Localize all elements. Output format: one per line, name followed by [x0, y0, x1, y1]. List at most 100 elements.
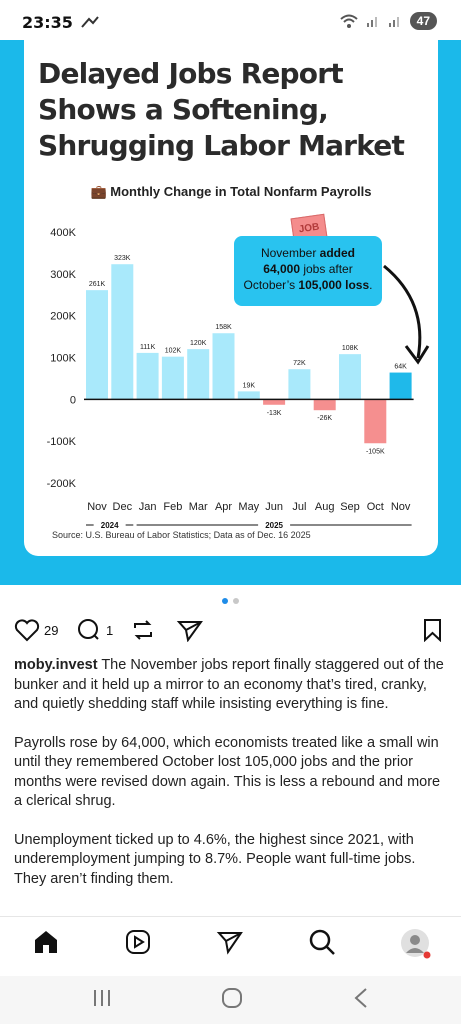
- bookmark-icon: [424, 619, 441, 642]
- y-tick-label: 400K: [50, 227, 76, 239]
- home-system-button[interactable]: [220, 986, 244, 1015]
- chart-bar: [288, 369, 311, 400]
- chart-subtitle: 💼 Monthly Change in Total Nonfarm Payrol…: [24, 184, 438, 200]
- comment-icon: [78, 619, 99, 640]
- signal-icon: [366, 17, 377, 27]
- like-count: 29: [44, 622, 59, 638]
- bar-data-label: -13K: [267, 410, 282, 417]
- chart-bar: [313, 399, 336, 411]
- recents-icon: [94, 990, 110, 1006]
- y-tick-label: -100K: [47, 436, 77, 448]
- x-tick-label: Jul: [292, 501, 306, 513]
- callout-text-3: October’s: [243, 278, 296, 292]
- chart-bar: [86, 290, 108, 400]
- nav-send[interactable]: [216, 928, 244, 961]
- send-icon: [176, 621, 203, 642]
- chart-source: Source: U.S. Bureau of Labor Statistics;…: [52, 530, 311, 540]
- post-caption: moby.invest The November jobs report fin…: [14, 656, 448, 908]
- callout-bold-2: 64,000: [263, 262, 300, 276]
- back-button[interactable]: [350, 986, 374, 1015]
- x-tick-label: Nov: [391, 501, 411, 513]
- clock: 23:35: [22, 12, 73, 32]
- x-tick-label: Oct: [367, 501, 384, 513]
- carousel-dot-active: [222, 598, 228, 604]
- home-icon: [35, 931, 57, 953]
- chart-subtitle-text: Monthly Change in Total Nonfarm Payrolls: [110, 184, 372, 199]
- chart-bar: [263, 399, 286, 405]
- status-bar: 23:35 47: [0, 0, 461, 44]
- signal-icon-2: [388, 17, 399, 27]
- comment-button[interactable]: 1: [76, 618, 113, 642]
- repost-icon: [134, 620, 152, 640]
- bar-data-label: 19K: [243, 382, 256, 389]
- play-icon: [126, 930, 150, 954]
- bar-data-label: 111K: [140, 344, 156, 351]
- bar-data-label: 72K: [293, 360, 306, 367]
- home-circle-icon: [222, 988, 242, 1008]
- y-tick-label: 300K: [50, 269, 76, 281]
- infographic-card: Delayed Jobs Report Shows a Softening, S…: [24, 40, 438, 556]
- callout-arrow-icon: [383, 264, 430, 365]
- infographic-headline: Delayed Jobs Report Shows a Softening, S…: [38, 57, 405, 162]
- post-actions: 29 1: [0, 618, 461, 648]
- chart-bar: [212, 333, 235, 400]
- wifi-icon: [339, 14, 358, 28]
- x-tick-label: Dec: [113, 501, 133, 513]
- bar-data-label: 102K: [165, 348, 182, 355]
- carousel-indicator: [222, 598, 239, 604]
- chart-bar: [161, 356, 184, 400]
- chart-bar: [111, 264, 134, 400]
- x-tick-label: Jun: [265, 501, 283, 513]
- callout-text-1: November: [260, 246, 317, 260]
- x-tick-label: May: [238, 501, 259, 513]
- x-tick-label: Mar: [189, 501, 208, 513]
- x-tick-label: Nov: [87, 501, 107, 513]
- share-button[interactable]: [176, 618, 204, 642]
- bar-data-label: -105K: [366, 448, 385, 455]
- system-nav-bar: [0, 976, 461, 1024]
- app-notification-icon: [81, 16, 99, 28]
- nav-home[interactable]: [32, 928, 60, 961]
- caption-paragraph-1: moby.invest The November jobs report fin…: [14, 656, 448, 715]
- search-icon: [309, 929, 335, 955]
- chart-bar: [389, 372, 412, 400]
- carousel-dot: [233, 598, 239, 604]
- nav-reels[interactable]: [124, 928, 152, 961]
- back-icon: [354, 988, 367, 1008]
- repost-button[interactable]: [130, 618, 156, 642]
- year-label: 2025: [265, 521, 283, 530]
- nav-profile[interactable]: [400, 928, 432, 965]
- avatar: [401, 929, 431, 959]
- x-tick-label: Feb: [163, 501, 182, 513]
- x-tick-label: Sep: [340, 501, 360, 513]
- post-username[interactable]: moby.invest: [14, 657, 98, 673]
- callout-text-2: jobs after: [303, 262, 353, 276]
- bar-data-label: 158K: [215, 324, 232, 331]
- briefcase-icon: 💼: [90, 184, 107, 199]
- comment-count: 1: [106, 622, 114, 638]
- bar-data-label: -26K: [317, 415, 332, 422]
- like-button[interactable]: 29: [14, 618, 58, 642]
- y-tick-label: 0: [70, 394, 76, 406]
- bar-data-label: 120K: [190, 340, 207, 347]
- heart-icon: [14, 619, 40, 642]
- year-label: 2024: [101, 521, 119, 530]
- bottom-nav: [0, 920, 461, 970]
- battery-indicator: 47: [409, 12, 437, 30]
- nav-search[interactable]: [308, 928, 336, 961]
- chart-bar: [237, 391, 260, 400]
- x-tick-label: Jan: [139, 501, 157, 513]
- nav-divider: [0, 916, 461, 917]
- post-image[interactable]: Delayed Jobs Report Shows a Softening, S…: [0, 40, 461, 585]
- x-tick-label: Aug: [315, 501, 335, 513]
- y-tick-label: 100K: [50, 353, 76, 365]
- x-tick-label: Apr: [215, 501, 232, 513]
- bar-data-label: 323K: [114, 255, 131, 262]
- y-tick-label: 200K: [50, 311, 76, 323]
- save-button[interactable]: [422, 618, 444, 642]
- recents-button[interactable]: [90, 986, 114, 1015]
- bar-data-label: 261K: [89, 281, 106, 288]
- chart-bar: [364, 399, 387, 444]
- y-tick-label: -200K: [47, 478, 77, 490]
- chart-bar: [136, 352, 159, 400]
